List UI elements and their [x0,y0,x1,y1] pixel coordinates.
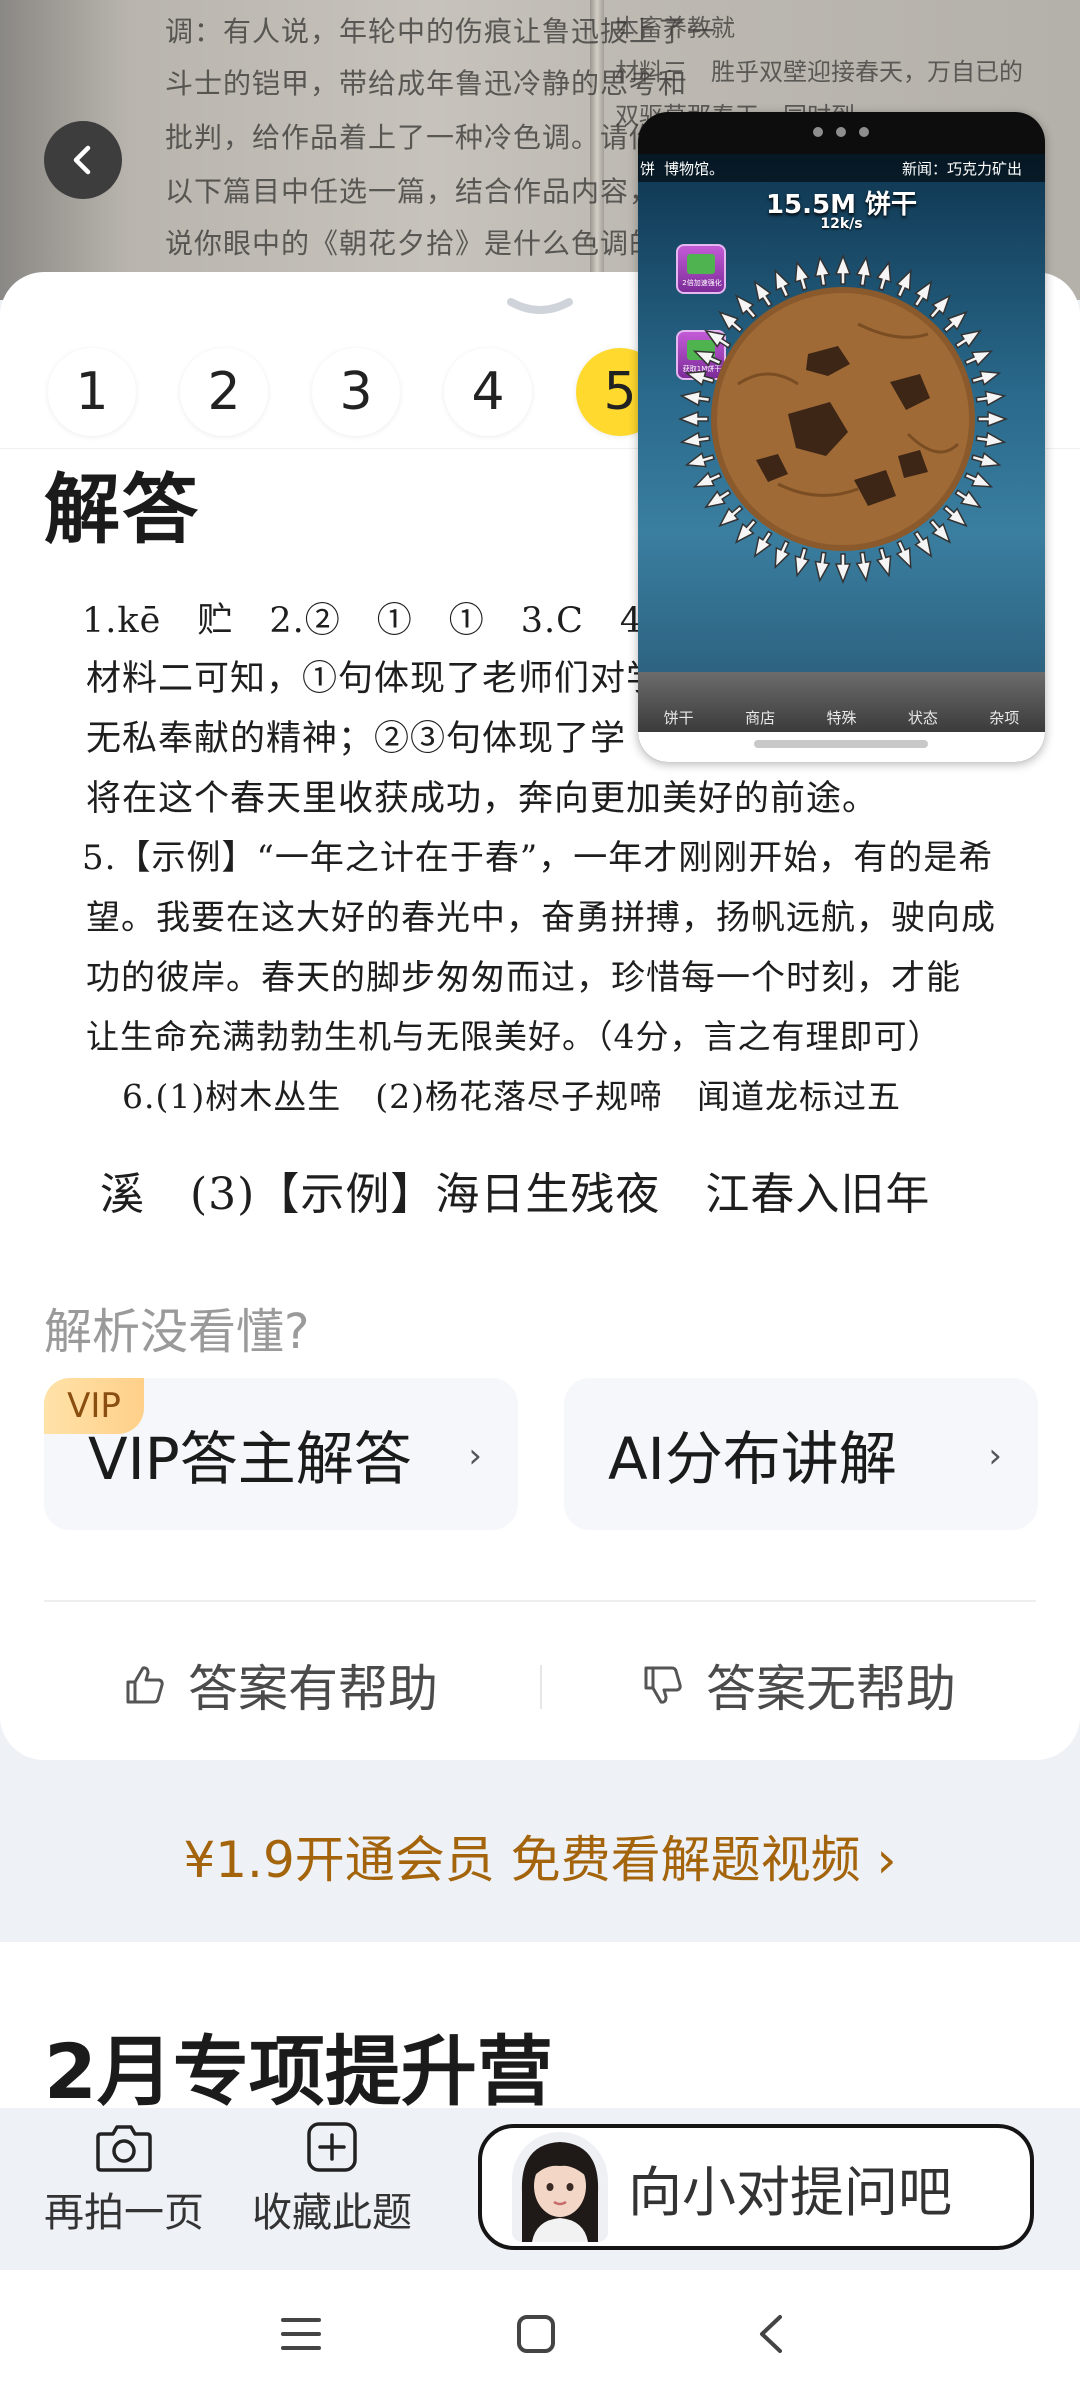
game-news-left: 饼 [640,160,656,178]
chevron-right-icon: › [988,1436,1002,1476]
question-tab-2[interactable]: 2 [180,348,268,436]
cursor-icon [855,551,872,583]
thumbs-down-icon [644,1666,682,1704]
ask-assistant-label: 向小对提问吧 [628,2160,952,2224]
question-tab-3[interactable]: 3 [312,348,400,436]
cursor-icon [855,255,872,287]
unhelpful-button[interactable]: 答案无帮助 [642,1640,956,1730]
game-tab-special[interactable]: 特殊 [811,707,871,728]
cookie-icon[interactable] [658,234,1028,604]
recent-apps-icon[interactable] [280,2314,322,2354]
collapse-handle[interactable] [505,296,575,320]
game-tab-shop[interactable]: 商店 [730,707,790,728]
answer-line: 让生命充满勃勃生机与无限美好。（4分，言之有理即可） [86,1017,942,1056]
cursor-icon [977,410,1009,428]
cursor-icon [814,551,831,583]
chevron-down-icon [507,298,573,314]
game-tab-status[interactable]: 状态 [893,707,953,728]
helpful-button[interactable]: 答案有帮助 [124,1640,438,1730]
window-menu-dots-icon[interactable] [810,124,872,140]
unhelpful-label: 答案无帮助 [706,1660,956,1718]
favorite-button[interactable]: 收藏此题 [252,2120,412,2238]
answer-line: 功的彼岸。春天的脚步匆匆而过，珍惜每一个时刻，才能 [86,958,961,998]
game-news-mid: 博物馆。 [664,160,725,178]
answer-line: 溪 (3)【示例】海日生残夜 江春入旧年 [100,1169,931,1220]
camera-icon [96,2125,152,2172]
background-text-line: 以下篇目中任选一篇，结合作品内容，说 [165,175,688,208]
system-nav-bar [0,2270,1080,2400]
cursor-icon [834,253,852,285]
background-text-line: 说你眼中的《朝花夕拾》是什么色调的。 [165,227,688,260]
game-tab-cookie[interactable]: 饼干 [649,707,709,728]
thumbs-up-icon [126,1666,164,1704]
cursor-icon [774,268,791,299]
cursor-icon [814,255,831,287]
cursor-icon [684,370,715,387]
cursor-icon [684,451,715,468]
cursor-icon [895,539,912,570]
helpful-label: 答案有帮助 [188,1660,438,1718]
cursor-icon [895,268,912,299]
background-text-line: 斗士的铠甲，带给成年鲁迅冷静的思考和 [165,67,688,100]
vip-badge: VIP [44,1378,144,1434]
back-nav-icon[interactable] [756,2314,786,2354]
cursor-icon [971,451,1002,468]
divider [44,1600,1036,1602]
window-drag-handle[interactable] [754,740,928,748]
cursor-icon [975,390,1007,407]
floating-game-window[interactable]: 饼 博物馆。 新闻：巧克力矿出 15.5M 饼干 12k/s 2倍加速强化 获取… [638,112,1045,762]
cursor-icon [963,350,994,367]
answer-line: 5.【示例】“一年之计在于春”，一年才刚刚开始，有的是希 [82,838,994,878]
cursor-icon [875,547,892,578]
retake-label: 再拍一页 [44,2190,204,2236]
retake-button[interactable]: 再拍一页 [44,2120,204,2238]
answer-line: 材料二可知，①句体现了老师们对学 [86,659,663,699]
cursor-icon [692,471,723,488]
answer-line: 望。我要在这大好的春光中，奋勇拼搏，扬帆远航，驶向成 [86,898,996,938]
answer-line: 无私奉献的精神；②③句体现了学 [86,719,627,759]
back-button[interactable] [44,121,122,199]
answer-line: 1.kē 贮 2.② ① ① 3.C 4 [82,601,644,641]
cursor-icon [774,539,791,570]
ai-explain-card[interactable]: AI分布讲解 › [564,1378,1038,1530]
cursor-icon [794,547,811,578]
ask-assistant-button[interactable]: 向小对提问吧 [478,2124,1034,2250]
cursor-icon [971,370,1002,387]
answer-line: 将在这个春天里收获成功，奔向更加美好的前途。 [86,779,879,819]
cursor-icon [692,350,723,367]
background-text-line: 材料三 胜乎双壁迎接春天，万自已的 [615,58,1023,86]
cookie-rate: 12k/s [820,216,863,232]
answer-line: 6.(1)树木丛生 (2)杨花落尽子规啼 闻道龙标过五 [122,1077,901,1116]
ai-explain-label: AI分布讲解 [608,1425,897,1493]
game-tab-bar: 饼干 商店 特殊 状态 杂项 [638,672,1045,732]
game-news-right: 新闻：巧克力矿出 [902,160,1023,178]
cursor-icon [679,390,711,407]
cursor-icon [963,471,994,488]
cursor-icon [679,431,711,448]
help-prompt: 解析没看懂? [44,1304,310,1360]
question-tab-1[interactable]: 1 [48,348,136,436]
vip-promo-link[interactable]: ¥1.9开通会员 免费看解题视频 › [0,1820,1080,1892]
background-text-line: 本畜养教就 [615,14,735,42]
favorite-label: 收藏此题 [252,2190,412,2236]
chevron-left-icon [73,145,91,175]
divider [540,1665,542,1709]
add-square-icon [307,2122,357,2172]
cookie-game: 饼 博物馆。 新闻：巧克力矿出 15.5M 饼干 12k/s 2倍加速强化 获取… [638,154,1045,694]
cursor-icon [875,260,892,291]
game-tab-misc[interactable]: 杂项 [974,707,1034,728]
cursor-icon [677,410,709,428]
cursor-icon [975,431,1007,448]
chevron-right-icon: › [468,1436,482,1476]
cursor-icon [794,260,811,291]
home-icon[interactable] [516,2314,556,2354]
answer-title: 解答 [44,465,200,554]
cursor-icon [834,553,852,585]
background-text-line: 批判，给作品着上了一种冷色调。请你从 [165,121,688,154]
question-tab-4[interactable]: 4 [444,348,532,436]
section-title: 2月专项提升营 [44,2027,553,2116]
assistant-avatar [512,2132,608,2242]
